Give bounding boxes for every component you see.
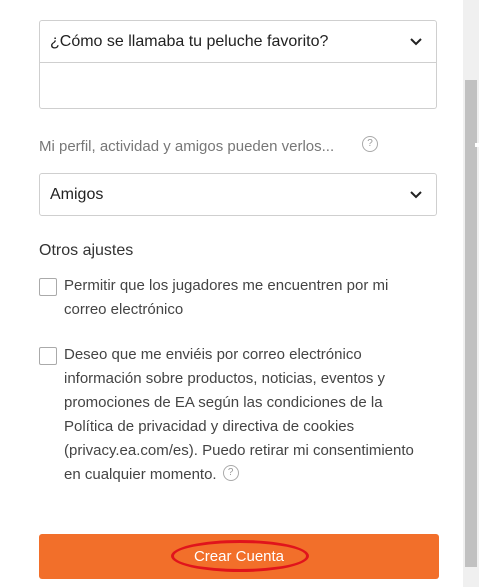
marketing-email-option: Deseo que me enviéis por correo electrón… — [39, 346, 429, 487]
scrollbar-marker — [475, 143, 479, 147]
profile-visibility-select[interactable]: Amigos — [39, 173, 437, 216]
find-by-email-label: Permitir que los jugadores me encuentren… — [64, 277, 389, 318]
security-question-select[interactable]: ¿Cómo se llamaba tu peluche favorito? — [39, 20, 437, 63]
marketing-email-text: Deseo que me enviéis por correo electrón… — [64, 343, 429, 487]
profile-visibility-value: Amigos — [50, 185, 104, 203]
security-answer-input[interactable] — [39, 63, 437, 109]
other-settings-title: Otros ajustes — [39, 242, 134, 259]
marketing-email-checkbox[interactable] — [39, 347, 57, 365]
marketing-email-label: Deseo que me enviéis por correo electrón… — [64, 346, 414, 483]
find-by-email-option: Permitir que los jugadores me encuentren… — [39, 277, 429, 322]
scrollbar-thumb[interactable] — [465, 80, 477, 567]
chevron-down-icon — [409, 35, 423, 49]
security-question-value: ¿Cómo se llamaba tu peluche favorito? — [50, 32, 329, 50]
help-icon[interactable]: ? — [222, 465, 239, 482]
create-account-button[interactable]: Crear Cuenta — [39, 534, 439, 579]
find-by-email-checkbox[interactable] — [39, 278, 57, 296]
chevron-down-icon — [409, 188, 423, 202]
create-account-label: Crear Cuenta — [193, 548, 285, 565]
registration-form-page: ¿Cómo se llamaba tu peluche favorito? Mi… — [0, 0, 479, 587]
help-icon[interactable]: ? — [362, 136, 378, 152]
profile-visibility-label: Mi perfil, actividad y amigos pueden ver… — [39, 138, 335, 155]
